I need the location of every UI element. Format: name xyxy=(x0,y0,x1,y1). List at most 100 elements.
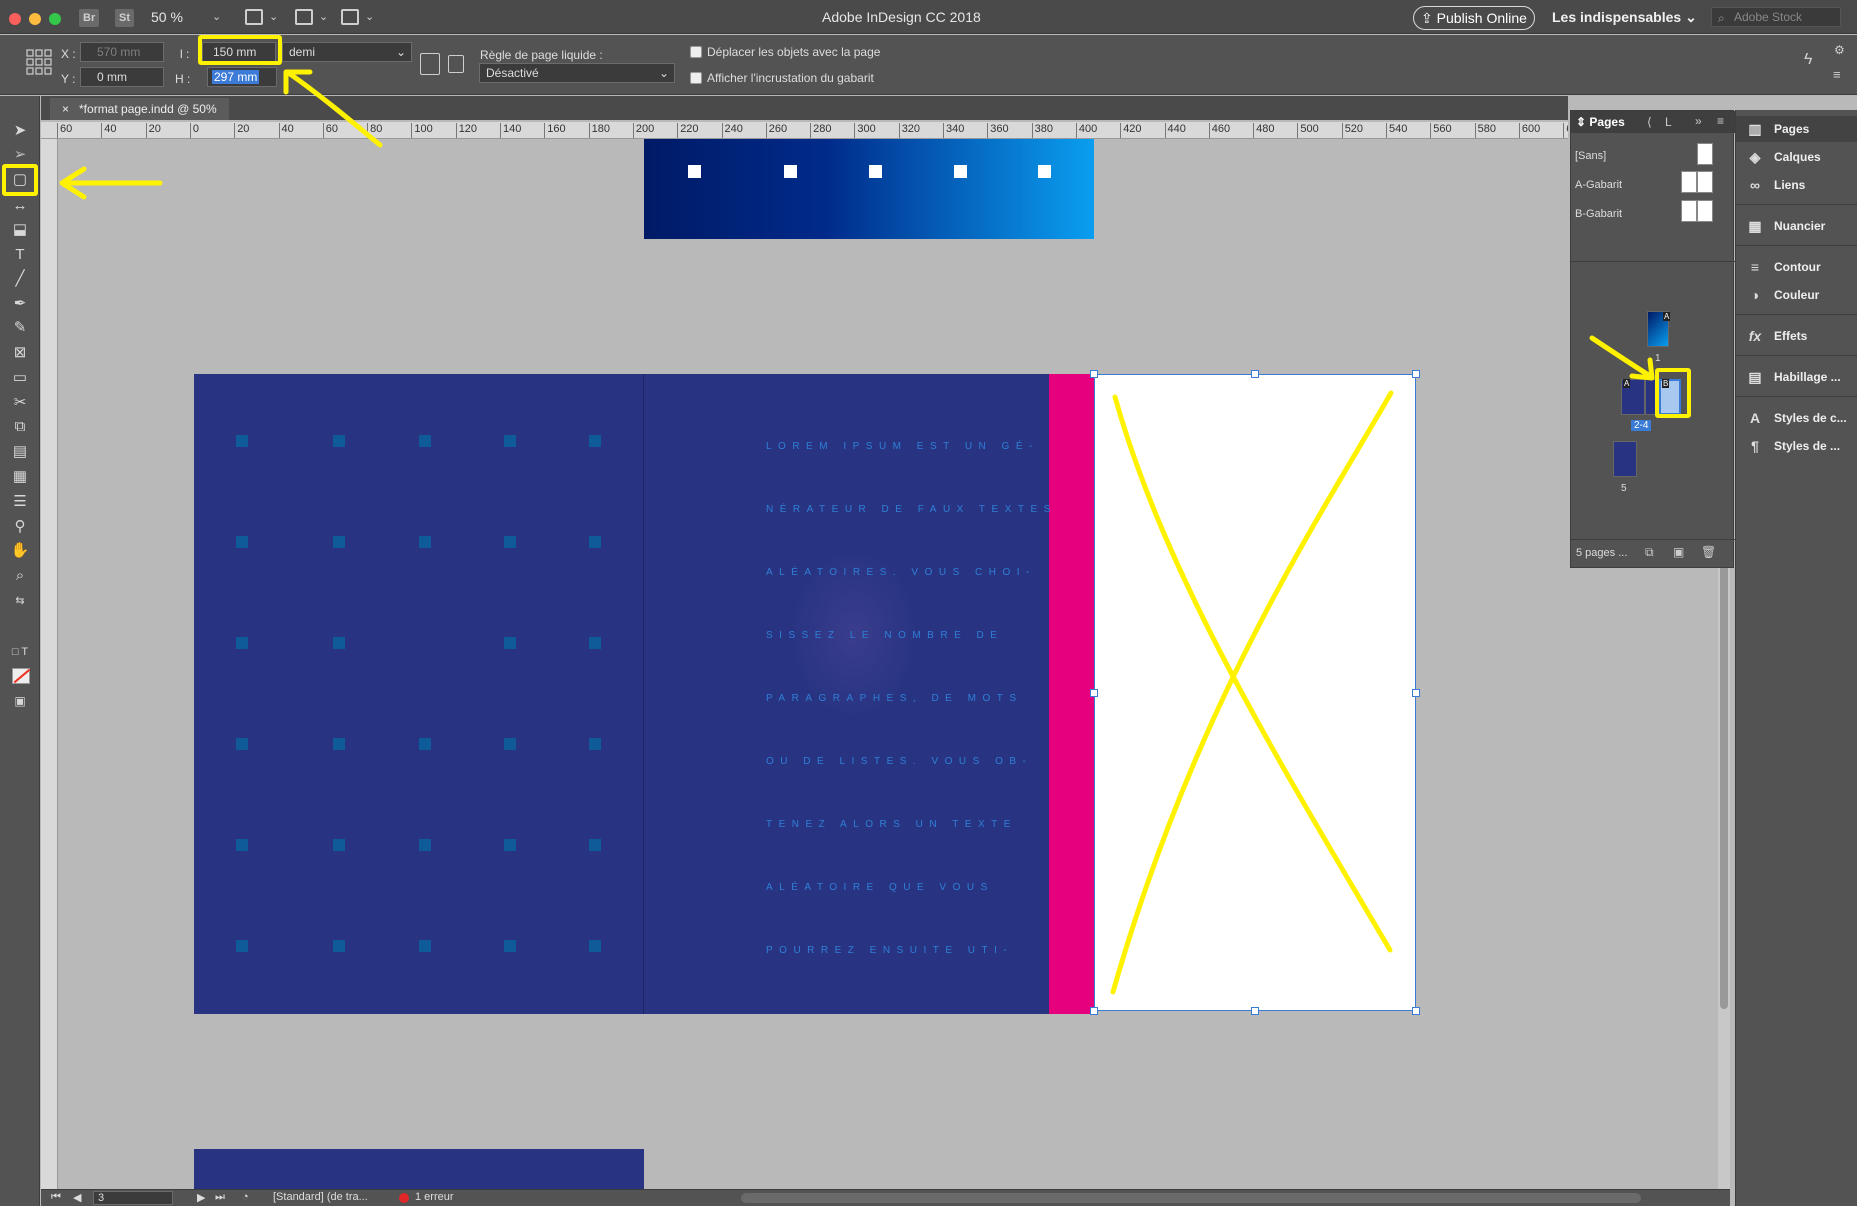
portrait-orientation-button[interactable] xyxy=(420,53,440,75)
horizontal-ruler[interactable]: 60 40 20 0 20 40 60 80 100 120 140 160 180 200 220 240 2… xyxy=(41,122,1568,139)
page-1-cover[interactable] xyxy=(644,139,1094,239)
liquid-page-rule-dropdown[interactable]: Désactivé ⌄ xyxy=(479,63,675,83)
rectangle-tool-icon[interactable]: ▭ xyxy=(8,367,32,389)
dock-layers[interactable]: ◈ Calques xyxy=(1736,144,1857,170)
x-position-field[interactable]: 570 mm xyxy=(80,42,164,62)
panel-tab-collapsed[interactable]: L xyxy=(1665,115,1672,129)
screen-mode-icon[interactable] xyxy=(295,9,313,25)
dock-character-styles[interactable]: A Styles de c... xyxy=(1736,405,1857,431)
panel-tab-collapsed[interactable]: ⟨ xyxy=(1647,115,1652,129)
publish-online-button[interactable]: ⇪ Publish Online xyxy=(1413,6,1535,30)
resize-handle[interactable] xyxy=(1412,370,1420,378)
zoom-window-button[interactable] xyxy=(49,13,61,25)
workspace-switcher[interactable]: Les indispensables ⌄ xyxy=(1552,0,1697,34)
first-page-icon[interactable]: ⏮ xyxy=(51,1191,61,1204)
last-page-icon[interactable]: ⏭ xyxy=(215,1191,225,1204)
screen-mode-tool-icon[interactable]: ▣ xyxy=(8,690,32,712)
show-master-overlay-checkbox[interactable] xyxy=(690,72,702,84)
gradient-swatch-tool-icon[interactable]: ▤ xyxy=(8,441,32,463)
error-count[interactable]: 1 erreur xyxy=(415,1191,454,1203)
expand-panel-icon[interactable]: » xyxy=(1695,114,1702,128)
type-tool-icon[interactable]: T xyxy=(8,244,32,266)
master-none[interactable]: [Sans] xyxy=(1575,150,1606,162)
eyedropper-tool-icon[interactable]: ⚲ xyxy=(8,516,32,538)
resize-handle[interactable] xyxy=(1412,1007,1420,1015)
close-tab-icon[interactable]: × xyxy=(62,102,69,116)
resize-handle[interactable] xyxy=(1251,370,1259,378)
dock-text-wrap[interactable]: ▤ Habillage ... xyxy=(1736,364,1857,390)
note-tool-icon[interactable]: ☰ xyxy=(8,491,32,513)
master-thumb[interactable] xyxy=(1697,171,1713,193)
dock-stroke[interactable]: ≡ Contour xyxy=(1736,254,1857,280)
page-5[interactable] xyxy=(194,1149,644,1189)
page-size-preset-dropdown[interactable]: demi ⌄ xyxy=(282,42,412,62)
chevron-down-icon[interactable]: ⌄ xyxy=(319,10,328,23)
resize-handle[interactable] xyxy=(1090,689,1098,697)
dock-links[interactable]: ∞ Liens xyxy=(1736,172,1857,198)
chevron-down-icon[interactable]: ⌄ xyxy=(365,10,374,23)
trash-icon[interactable]: 🗑 xyxy=(1701,545,1716,559)
pen-tool-icon[interactable]: ✒ xyxy=(8,293,32,315)
page-4-selected[interactable] xyxy=(1094,374,1416,1011)
bridge-button[interactable]: Br xyxy=(79,9,100,27)
zoom-tool-icon[interactable]: ⌕ xyxy=(8,565,32,587)
dock-paragraph-styles[interactable]: ¶ Styles de ... xyxy=(1736,433,1857,459)
resize-handle[interactable] xyxy=(1251,1007,1259,1015)
panel-menu-icon[interactable]: ≡ xyxy=(1717,114,1724,128)
landscape-orientation-button[interactable] xyxy=(448,55,464,73)
dock-swatches[interactable]: ▦ Nuancier xyxy=(1736,213,1857,239)
gradient-feather-tool-icon[interactable]: ▦ xyxy=(8,466,32,488)
preflight-profile[interactable]: [Standard] (de tra... xyxy=(273,1191,368,1203)
rectangle-frame-tool-icon[interactable]: ⊠ xyxy=(8,342,32,364)
default-colors-icon[interactable]: ⇆ xyxy=(8,590,32,612)
pages-panel-tab[interactable]: ⇕ Pages xyxy=(1576,115,1625,129)
stock-button[interactable]: St xyxy=(115,9,134,27)
dock-color[interactable]: ◑ Couleur xyxy=(1736,282,1857,308)
document-canvas[interactable]: LOREM IPSUM EST UN GÉ- NÉRATEUR DE FAUX … xyxy=(58,139,1718,1189)
previous-page-icon[interactable]: ◀ xyxy=(73,1191,81,1204)
page-2[interactable] xyxy=(194,374,644,1014)
vertical-ruler[interactable] xyxy=(41,139,58,1189)
dock-effects[interactable]: fx Effets xyxy=(1736,323,1857,349)
fill-stroke-swatch-icon[interactable] xyxy=(12,668,31,684)
reference-point-icon[interactable] xyxy=(26,49,52,75)
next-page-icon[interactable]: ▶ xyxy=(197,1191,205,1204)
chevron-down-icon[interactable]: ⌄ xyxy=(212,10,221,23)
arrange-documents-icon[interactable] xyxy=(341,9,359,25)
resize-handle[interactable] xyxy=(1090,1007,1098,1015)
preflight-icon[interactable]: ◔ xyxy=(242,1191,249,1203)
content-collector-icon[interactable]: ⬓ xyxy=(8,219,32,241)
document-tab[interactable]: × *format page.indd @ 50% xyxy=(50,98,229,120)
selection-tool-icon[interactable]: ➤ xyxy=(8,120,32,142)
new-page-icon[interactable]: ▣ xyxy=(1673,545,1684,559)
gap-tool-icon[interactable]: ↔ xyxy=(8,195,32,217)
gear-icon[interactable]: ⚙ xyxy=(1834,43,1845,57)
horizontal-scrollbar[interactable] xyxy=(741,1193,1641,1203)
master-thumb[interactable] xyxy=(1681,171,1697,193)
resize-handle[interactable] xyxy=(1412,689,1420,697)
master-a[interactable]: A-Gabarit xyxy=(1575,179,1622,191)
lightning-icon[interactable]: ϟ xyxy=(1804,51,1812,69)
master-b[interactable]: B-Gabarit xyxy=(1575,208,1622,220)
move-objects-checkbox[interactable] xyxy=(690,46,702,58)
free-transform-tool-icon[interactable]: ⧉ xyxy=(8,416,32,438)
chevron-down-icon[interactable]: ⌄ xyxy=(269,10,278,23)
dock-pages[interactable]: ▥ Pages xyxy=(1736,116,1857,142)
page-thumb-5[interactable] xyxy=(1613,441,1637,477)
close-window-button[interactable] xyxy=(9,13,21,25)
zoom-level[interactable]: 50 % xyxy=(151,0,183,34)
master-thumb[interactable] xyxy=(1681,200,1697,222)
page-number-field[interactable]: 3 xyxy=(93,1191,173,1205)
line-tool-icon[interactable]: ╱ xyxy=(8,268,32,290)
master-thumb[interactable] xyxy=(1697,143,1713,165)
direct-selection-tool-icon[interactable]: ➢ xyxy=(8,144,32,166)
resize-handle[interactable] xyxy=(1090,370,1098,378)
edit-page-size-icon[interactable]: ⧉ xyxy=(1645,545,1654,560)
menu-icon[interactable]: ≡ xyxy=(1833,67,1841,82)
formatting-affects-icon[interactable]: □ T xyxy=(8,641,32,663)
view-options-icon[interactable] xyxy=(245,9,263,25)
adobe-stock-search[interactable]: ⌕ Adobe Stock xyxy=(1711,7,1841,27)
y-position-field[interactable]: 0 mm xyxy=(80,67,164,87)
height-field[interactable]: 297 mm xyxy=(207,67,277,87)
hand-tool-icon[interactable]: ✋ xyxy=(8,540,32,562)
